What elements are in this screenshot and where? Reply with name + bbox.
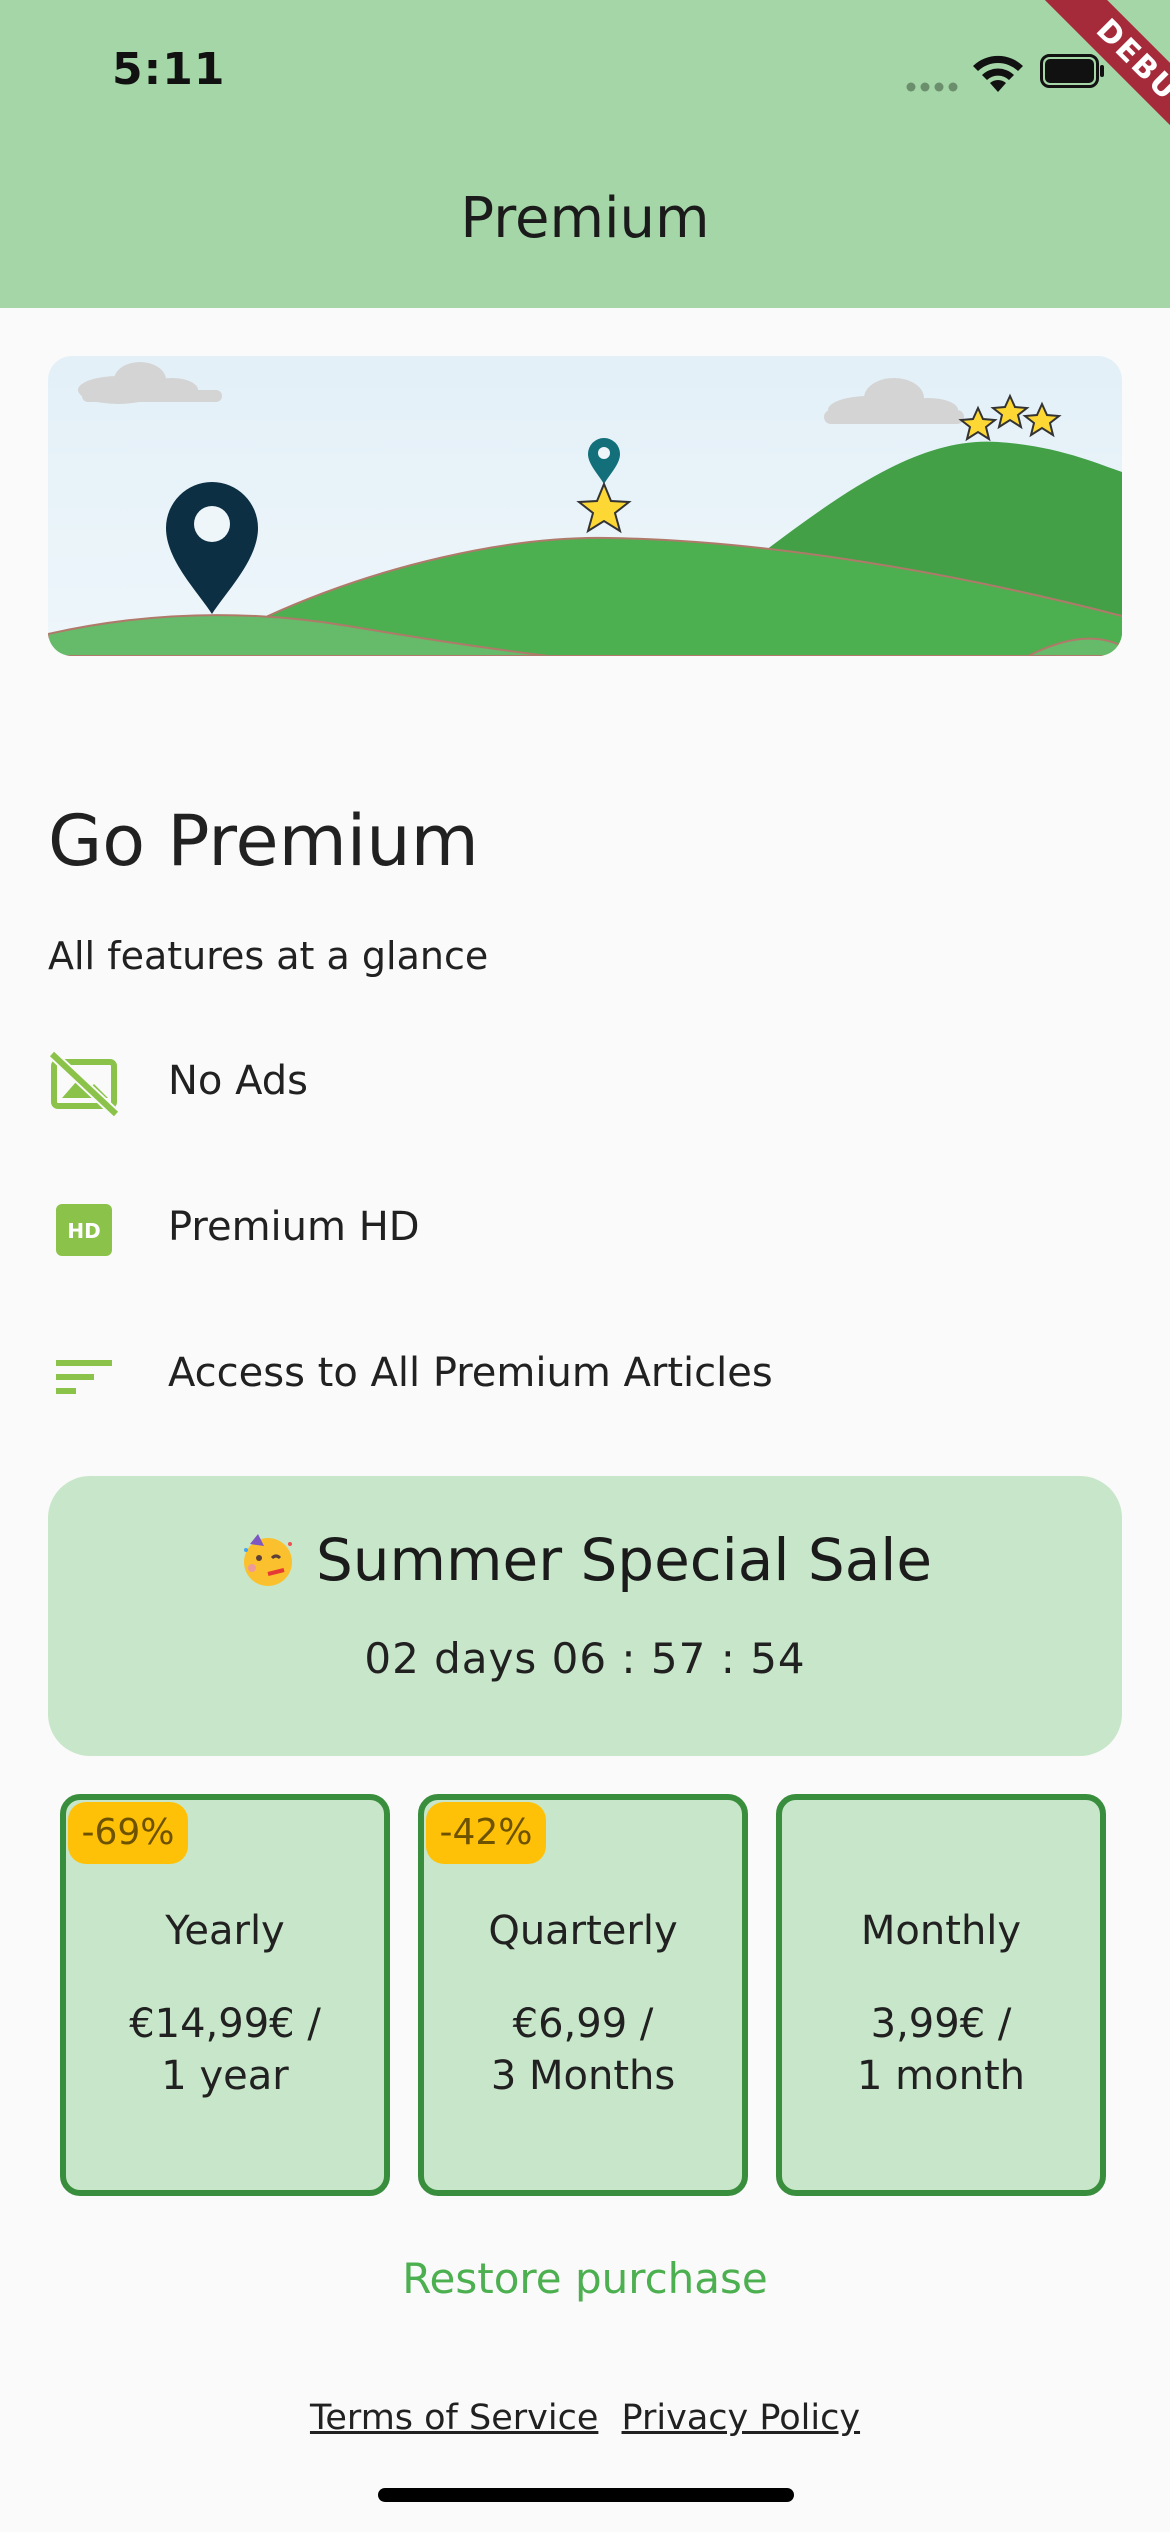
debug-banner: DEBUG: [980, 0, 1170, 190]
plan-price-period: 1 year: [161, 2053, 289, 2099]
debug-banner-label: DEBUG: [1024, 0, 1170, 190]
plan-price-amount: €14,99€ /: [129, 2001, 321, 2047]
landscape-illustration: [48, 356, 1122, 656]
feature-no-ads: No Ads: [48, 1044, 1122, 1124]
plan-price: €6,99 / 3 Months: [424, 1998, 742, 2102]
sale-title-row: Summer Special Sale: [48, 1526, 1122, 1594]
plan-price-period: 1 month: [857, 2053, 1025, 2099]
summer-sale-card: Summer Special Sale 02 days 06 : 57 : 54: [48, 1476, 1122, 1756]
party-face-icon: [243, 1534, 292, 1586]
cellular-signal-icon: [906, 82, 958, 92]
plan-price: €14,99€ / 1 year: [66, 1998, 384, 2102]
restore-purchase-button[interactable]: Restore purchase: [0, 2254, 1170, 2303]
hero-illustration: [48, 356, 1122, 656]
svg-text:HD: HD: [67, 1219, 100, 1243]
plan-card-quarterly[interactable]: -42% Quarterly €6,99 / 3 Months: [418, 1794, 748, 2196]
plan-card-yearly[interactable]: -69% Yearly €14,99€ / 1 year: [60, 1794, 390, 2196]
sale-title: Summer Special Sale: [315, 1526, 933, 1594]
hd-icon: HD: [56, 1204, 112, 1256]
feature-label: No Ads: [168, 1058, 308, 1104]
status-time: 5:11: [112, 44, 226, 95]
plan-price: 3,99€ / 1 month: [782, 1998, 1100, 2102]
feature-premium-articles: Access to All Premium Articles: [48, 1336, 1122, 1416]
app-bar: 5:11 DEBUG Premium: [0, 0, 1170, 308]
discount-badge: -69%: [68, 1802, 188, 1864]
sale-countdown: 02 days 06 : 57 : 54: [364, 1634, 806, 1683]
discount-badge: -42%: [426, 1802, 546, 1864]
features-subtitle: All features at a glance: [48, 934, 489, 978]
plan-name: Yearly: [165, 1908, 285, 1954]
plan-price-amount: €6,99 /: [512, 2001, 654, 2047]
plan-name: Monthly: [860, 1908, 1022, 1954]
privacy-policy-link[interactable]: Privacy Policy: [622, 2398, 861, 2438]
article-lines-icon: [56, 1360, 112, 1394]
terms-of-service-link[interactable]: Terms of Service: [310, 2398, 598, 2438]
feature-label: Premium HD: [168, 1204, 420, 1250]
home-indicator[interactable]: [378, 2488, 794, 2502]
premium-headline: Go Premium: [48, 800, 479, 882]
plan-price-amount: 3,99€ /: [870, 2001, 1012, 2047]
legal-links: Terms of Service Privacy Policy: [0, 2398, 1170, 2438]
plan-price-period: 3 Months: [490, 2053, 676, 2099]
plan-name: Quarterly: [488, 1908, 678, 1954]
plan-card-monthly[interactable]: Monthly 3,99€ / 1 month: [776, 1794, 1106, 2196]
no-ads-icon: [48, 1050, 120, 1118]
feature-label: Access to All Premium Articles: [168, 1350, 773, 1396]
feature-premium-hd: HD Premium HD: [48, 1190, 1122, 1270]
page-title: Premium: [460, 186, 710, 251]
